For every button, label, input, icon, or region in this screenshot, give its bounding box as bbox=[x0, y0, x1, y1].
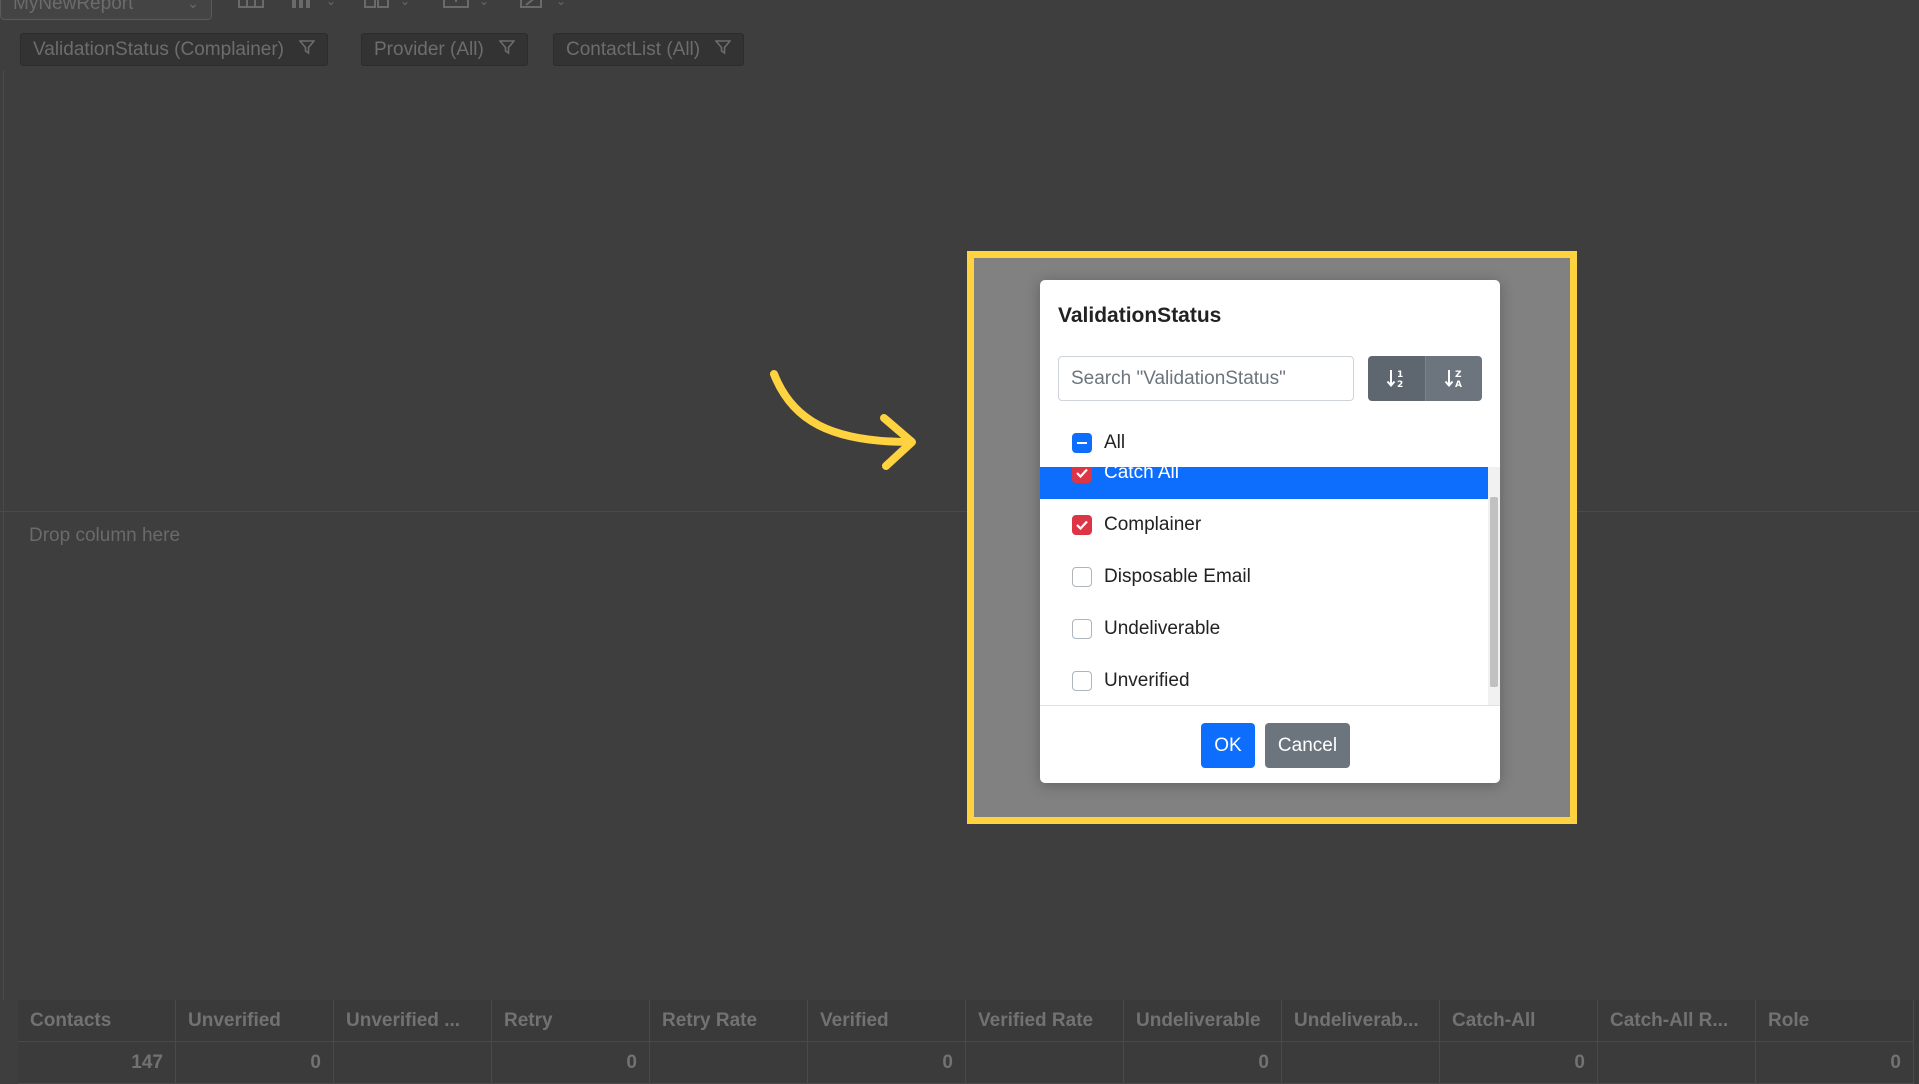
report-name: MyNewReport bbox=[13, 0, 134, 14]
option-label: All bbox=[1104, 432, 1126, 453]
chart-icon[interactable]: ⌄ bbox=[290, 0, 350, 16]
filter-chip-label: ContactList (All) bbox=[566, 39, 701, 60]
chevron-down-icon: ⌄ bbox=[400, 0, 411, 8]
chevron-down-icon: ⌄ bbox=[326, 0, 337, 8]
search-input[interactable] bbox=[1058, 356, 1354, 401]
filter-chip-contactlist[interactable]: ContactList (All) bbox=[553, 33, 745, 66]
sort-ascending-button[interactable]: 1 2 bbox=[1368, 356, 1425, 401]
grid-cell bbox=[1598, 1042, 1756, 1084]
grid-cell: 0 bbox=[1440, 1042, 1598, 1084]
area-divider bbox=[0, 511, 1919, 512]
funnel-icon bbox=[498, 34, 516, 65]
column-header[interactable]: Unverified ... bbox=[334, 1000, 492, 1042]
column-drop-zone[interactable]: Drop column here bbox=[29, 525, 180, 547]
list-scrollbar[interactable] bbox=[1488, 467, 1500, 705]
funnel-icon bbox=[298, 34, 317, 65]
grid-cell bbox=[650, 1042, 808, 1084]
grid-cell bbox=[1282, 1042, 1440, 1084]
grid-total-row: 147 0 0 0 0 0 0 bbox=[18, 1042, 1919, 1084]
pane-divider bbox=[3, 70, 4, 1000]
filter-chip-label: ValidationStatus (Complainer) bbox=[33, 39, 284, 60]
option-checkbox[interactable] bbox=[1072, 515, 1092, 535]
grid-cell: 0 bbox=[1124, 1042, 1282, 1084]
column-header[interactable]: Role bbox=[1756, 1000, 1914, 1042]
column-header[interactable]: Verified Rate bbox=[966, 1000, 1124, 1042]
column-header[interactable]: Catch-All bbox=[1440, 1000, 1598, 1042]
option-label: Undeliverable bbox=[1104, 618, 1221, 639]
column-header[interactable]: Contacts bbox=[18, 1000, 176, 1042]
grid-cell: 147 bbox=[18, 1042, 176, 1084]
grid-cell: 0 bbox=[808, 1042, 966, 1084]
svg-text:2: 2 bbox=[1397, 380, 1403, 389]
funnel-icon bbox=[714, 34, 733, 65]
grid-cell bbox=[334, 1042, 492, 1084]
filter-chip-label: Provider (All) bbox=[374, 39, 484, 60]
footer-divider bbox=[1040, 705, 1500, 706]
list-item-complainer[interactable]: Complainer bbox=[1040, 499, 1488, 551]
column-header[interactable]: Unverified bbox=[176, 1000, 334, 1042]
edit-icon[interactable]: ⌄ bbox=[520, 0, 580, 16]
list-item-unverified[interactable]: Unverified bbox=[1040, 655, 1488, 705]
grid-cell: 0 bbox=[1756, 1042, 1914, 1084]
sort-ascending-icon: 1 2 bbox=[1386, 370, 1403, 389]
pivot-grid: Contacts Unverified Unverified ... Retry… bbox=[18, 1000, 1919, 1084]
filter-chip-validationstatus[interactable]: ValidationStatus (Complainer) bbox=[20, 33, 329, 66]
svg-text:Z: Z bbox=[1455, 370, 1462, 380]
option-checkbox[interactable] bbox=[1072, 467, 1092, 483]
option-label: Catch All bbox=[1104, 467, 1179, 483]
grid-cell: 0 bbox=[492, 1042, 650, 1084]
column-header[interactable]: Catch-All R... bbox=[1598, 1000, 1756, 1042]
option-label: Unverified bbox=[1104, 670, 1190, 691]
grid-header-row: Contacts Unverified Unverified ... Retry… bbox=[18, 1000, 1919, 1042]
grid-cell: 0 bbox=[176, 1042, 334, 1084]
sort-button-group: 1 2 Z A bbox=[1368, 356, 1482, 401]
ok-button[interactable]: OK bbox=[1201, 723, 1255, 768]
svg-text:A: A bbox=[1455, 380, 1462, 389]
option-label: Complainer bbox=[1104, 514, 1202, 535]
column-header[interactable]: Retry Rate bbox=[650, 1000, 808, 1042]
dialog-title: ValidationStatus bbox=[1058, 304, 1222, 327]
option-checkbox[interactable] bbox=[1072, 671, 1092, 691]
filter-dialog: ValidationStatus 1 2 Z A All bbox=[1040, 280, 1500, 783]
scrollbar-thumb[interactable] bbox=[1490, 497, 1498, 687]
column-header[interactable]: Verified bbox=[808, 1000, 966, 1042]
layout-icon[interactable]: ⌄ bbox=[364, 0, 424, 16]
grid-cell bbox=[966, 1042, 1124, 1084]
select-all-checkbox[interactable] bbox=[1072, 433, 1092, 453]
list-item-catch-all[interactable]: Catch All bbox=[1040, 467, 1488, 499]
report-selector[interactable]: MyNewReport ⌄ bbox=[0, 0, 212, 20]
option-checkbox[interactable] bbox=[1072, 567, 1092, 587]
select-all-option[interactable]: All bbox=[1072, 430, 1125, 456]
table-icon[interactable] bbox=[238, 0, 298, 16]
column-header[interactable]: Undeliverab... bbox=[1282, 1000, 1440, 1042]
annotation-arrow-icon bbox=[770, 370, 916, 470]
options-list[interactable]: Catch All Complainer Disposable Email Un… bbox=[1040, 467, 1500, 705]
column-header[interactable]: Undeliverable bbox=[1124, 1000, 1282, 1042]
list-item-disposable-email[interactable]: Disposable Email bbox=[1040, 551, 1488, 603]
svg-text:1: 1 bbox=[1397, 370, 1403, 380]
chevron-down-icon: ⌄ bbox=[556, 0, 567, 8]
option-label: Disposable Email bbox=[1104, 566, 1251, 587]
chevron-down-icon: ⌄ bbox=[187, 0, 199, 11]
list-item-undeliverable[interactable]: Undeliverable bbox=[1040, 603, 1488, 655]
chevron-down-icon: ⌄ bbox=[479, 0, 490, 8]
sort-descending-icon: Z A bbox=[1444, 370, 1462, 389]
filter-chip-provider[interactable]: Provider (All) bbox=[361, 33, 529, 66]
cancel-button[interactable]: Cancel bbox=[1265, 723, 1350, 768]
sort-descending-button[interactable]: Z A bbox=[1425, 356, 1482, 401]
column-header[interactable]: Retry bbox=[492, 1000, 650, 1042]
report-toolbar: MyNewReport ⌄ ⌄ ⌄ ⌄ ⌄ bbox=[0, 0, 1919, 22]
export-icon[interactable]: ⌄ bbox=[443, 0, 503, 16]
option-checkbox[interactable] bbox=[1072, 619, 1092, 639]
